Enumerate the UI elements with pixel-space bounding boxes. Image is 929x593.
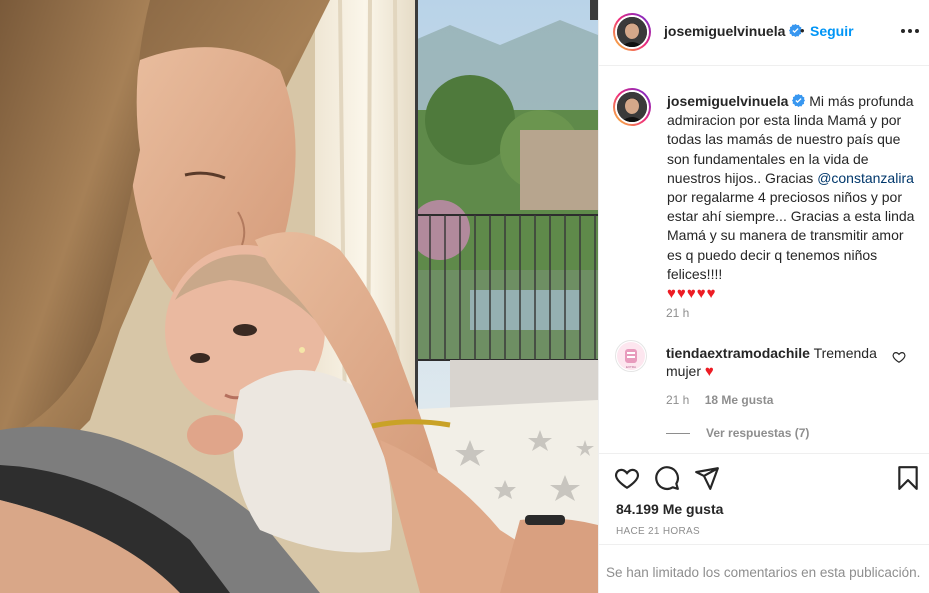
comment-meta: 21 h 18 Me gusta: [666, 393, 773, 407]
comment-text: tiendaextramodachile Tremenda mujer ♥: [666, 344, 886, 381]
comments-limited-notice: Se han limitado los comentarios en esta …: [599, 544, 929, 593]
commenter-avatar[interactable]: EXTRA: [615, 340, 647, 372]
comment-likes[interactable]: 18 Me gusta: [705, 393, 774, 407]
posted-time[interactable]: HACE 21 HORAS: [616, 526, 700, 537]
bookmark-icon[interactable]: [895, 465, 921, 491]
replies-line: [666, 433, 690, 435]
post-side-panel: josemiguelvinuela • Seguir josemiguelvin…: [598, 0, 929, 593]
likes-count[interactable]: 84.199 Me gusta: [616, 501, 723, 517]
caption-body-2: por regalarme 4 preciosos niños y por es…: [667, 189, 915, 282]
mention-link[interactable]: @constanzalira: [817, 170, 914, 186]
author-avatar[interactable]: [613, 13, 651, 51]
post-actions: 84.199 Me gusta HACE 21 HORAS: [599, 453, 929, 545]
comment-icon[interactable]: [654, 465, 680, 491]
comment-like-icon[interactable]: [892, 350, 906, 364]
share-icon[interactable]: [694, 465, 720, 491]
author-username[interactable]: josemiguelvinuela: [664, 23, 803, 39]
caption-time[interactable]: 21 h: [666, 306, 689, 320]
caption-avatar[interactable]: [613, 88, 651, 126]
commenter-username[interactable]: tiendaextramodachile: [666, 345, 810, 361]
follow-button[interactable]: Seguir: [810, 23, 854, 39]
view-replies-button[interactable]: Ver respuestas (7): [666, 426, 809, 440]
verified-icon: [792, 94, 806, 107]
post-header: josemiguelvinuela • Seguir: [599, 0, 929, 66]
more-icon[interactable]: [899, 21, 921, 41]
svg-text:EXTRA: EXTRA: [626, 365, 636, 369]
separator-dot: •: [800, 23, 805, 38]
comment-heart-emoji: ♥: [704, 363, 715, 380]
hearts-emoji: ♥♥♥♥♥: [667, 285, 717, 303]
comments-limited-text: Se han limitado los comentarios en esta …: [606, 565, 921, 580]
heart-icon[interactable]: [614, 465, 640, 491]
comment-time[interactable]: 21 h: [666, 393, 689, 407]
replies-label: Ver respuestas (7): [706, 426, 810, 440]
caption-username[interactable]: josemiguelvinuela: [667, 93, 788, 109]
caption-text: josemiguelvinuela Mi más profunda admira…: [667, 92, 917, 303]
post-photo: [0, 0, 598, 593]
